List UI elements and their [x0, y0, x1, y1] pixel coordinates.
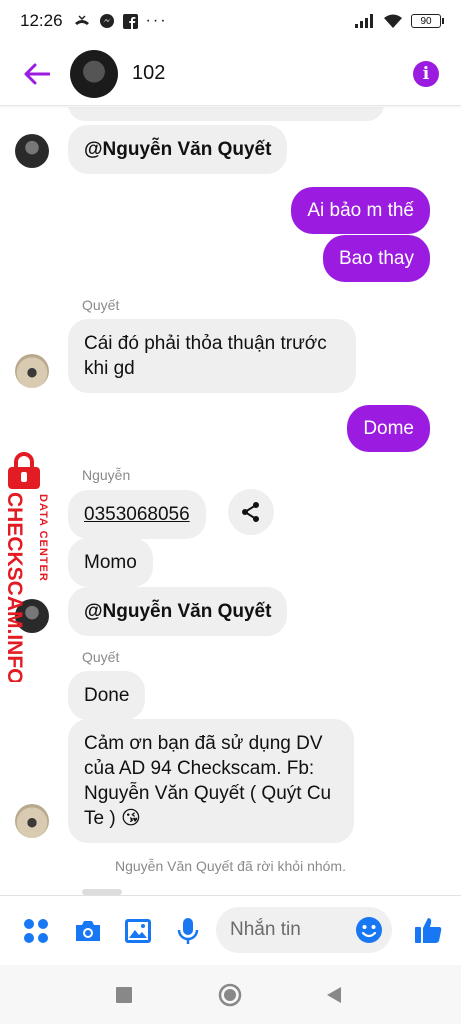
message-bubble-partial	[68, 107, 384, 121]
thumbs-up-icon	[415, 918, 442, 943]
battery-icon: 90	[411, 14, 444, 28]
composer-bar: Nhắn tin	[0, 895, 461, 965]
microphone-icon	[177, 918, 199, 944]
watermark-line2: CHECKSCAM.INFO	[3, 492, 26, 682]
voice-button[interactable]	[174, 917, 202, 945]
message-phone[interactable]: 0353068056	[68, 490, 206, 539]
apps-icon	[24, 919, 48, 943]
info-button[interactable]: i	[413, 60, 439, 87]
share-button[interactable]	[228, 489, 274, 535]
chat-title[interactable]: 102	[132, 62, 165, 85]
messenger-icon	[99, 14, 114, 28]
back-nav-button[interactable]	[322, 983, 346, 1007]
message-line: của AD 94 Checkscam. Fb:	[84, 758, 315, 779]
avatar[interactable]	[15, 134, 49, 168]
back-arrow-icon	[24, 63, 50, 84]
message-line: Nguyễn Văn Quyết ( Quýt Cu	[84, 783, 332, 804]
emoji-button[interactable]	[355, 916, 383, 944]
battery-level: 90	[420, 15, 432, 27]
status-time: 12:26	[20, 11, 63, 30]
message-line: Te ) 😘	[84, 808, 141, 829]
circle-icon	[218, 983, 242, 1007]
message-outgoing[interactable]: Ai bảo m thế	[291, 187, 430, 234]
message-incoming[interactable]: Done	[68, 671, 146, 720]
signal-icon	[355, 14, 373, 28]
missed-call-icon	[74, 15, 89, 25]
lock-icon	[8, 452, 40, 489]
checkscam-watermark: DATA CENTER CHECKSCAM.INFO	[2, 450, 50, 682]
messenger-screen: 12:26 ··· 90 102 i @Nguyễn Văn Quyết Ai …	[0, 0, 461, 1024]
sender-name: Nguyễn	[82, 467, 131, 483]
message-list[interactable]: @Nguyễn Văn Quyết Ai bảo m thế Bao thay …	[0, 107, 461, 895]
chat-header: 102 i	[0, 42, 461, 106]
wifi-icon	[384, 14, 402, 28]
avatar[interactable]	[15, 354, 49, 388]
menu-button[interactable]	[22, 917, 50, 945]
camera-button[interactable]	[74, 917, 102, 945]
image-icon	[125, 919, 151, 943]
back-button[interactable]	[22, 59, 52, 89]
message-incoming[interactable]: Momo	[68, 538, 153, 587]
like-button[interactable]	[413, 914, 443, 946]
home-button[interactable]	[218, 983, 242, 1007]
status-notification-icons: ···	[73, 12, 168, 30]
camera-icon	[76, 921, 100, 941]
message-line: khi gd	[84, 358, 135, 379]
message-mention[interactable]: @Nguyễn Văn Quyết	[68, 587, 288, 636]
message-outgoing[interactable]: Bao thay	[323, 235, 430, 282]
status-bar: 12:26 ··· 90	[0, 0, 461, 42]
watermark-line1: DATA CENTER	[37, 494, 49, 582]
triangle-icon	[327, 987, 341, 1003]
sender-name: Quyết	[82, 297, 120, 313]
share-icon	[242, 502, 259, 522]
info-icon: i	[422, 63, 430, 84]
facebook-icon	[122, 13, 138, 29]
system-message: Nguyễn Văn Quyết đã rời khỏi nhóm.	[115, 858, 346, 874]
message-input-placeholder: Nhắn tin	[230, 919, 301, 940]
square-icon	[116, 987, 132, 1003]
gallery-button[interactable]	[124, 917, 152, 945]
group-avatar[interactable]	[70, 49, 118, 98]
sender-name: Quyết	[82, 649, 120, 665]
more-notifications-icon: ···	[145, 12, 168, 29]
recents-button[interactable]	[112, 983, 136, 1007]
phone-link[interactable]: 0353068056	[84, 504, 190, 525]
message-incoming[interactable]: Cảm ơn bạn đã sử dụng DV của AD 94 Check…	[68, 719, 354, 843]
avatar[interactable]	[15, 804, 49, 838]
message-incoming[interactable]: Cái đó phải thỏa thuận trước khi gd	[68, 319, 356, 393]
message-mention[interactable]: @Nguyễn Văn Quyết	[68, 125, 288, 174]
message-input[interactable]: Nhắn tin	[216, 907, 392, 953]
message-line: Cảm ơn bạn đã sử dụng DV	[84, 733, 323, 754]
watermark-text: DATA CENTER CHECKSCAM.INFO	[3, 492, 49, 682]
message-outgoing[interactable]: Dome	[347, 405, 430, 452]
status-system-icons: 90	[355, 14, 444, 29]
message-line: Cái đó phải thỏa thuận trước	[84, 333, 327, 354]
android-nav-bar	[0, 965, 461, 1024]
